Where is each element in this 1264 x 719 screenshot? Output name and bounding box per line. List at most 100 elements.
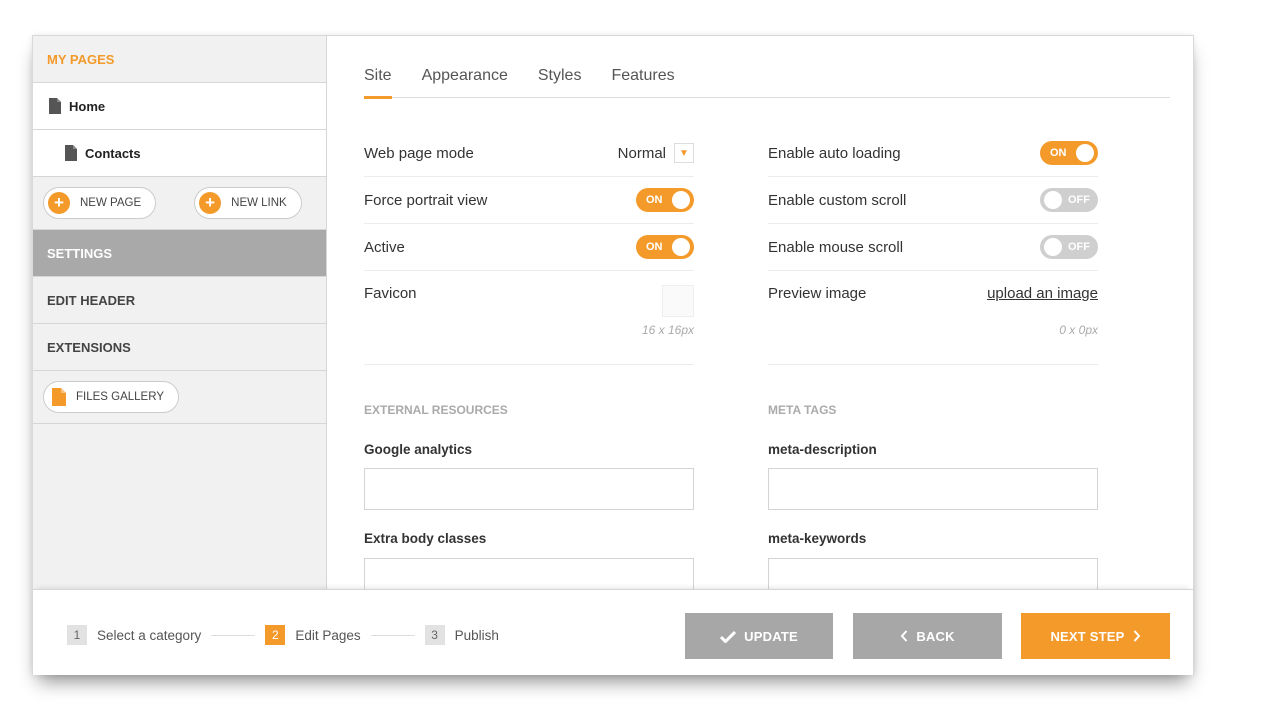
active-label: Active [364,238,405,256]
upload-image-link[interactable]: upload an image [987,285,1098,302]
active-row: Active ON [364,224,694,271]
favicon-size: 16 x 16px [641,323,694,337]
next-step-button[interactable]: NEXT STEP [1021,613,1170,659]
file-icon [52,388,66,406]
sidebar-item-edit-header[interactable]: EDIT HEADER [33,277,326,324]
step-label: Select a category [97,627,202,643]
chevron-down-icon: ▼ [674,143,694,163]
toggle-knob [1076,144,1094,162]
tab-site[interactable]: Site [364,64,392,99]
google-analytics-label: Google analytics [364,442,473,457]
toggle-state: ON [646,194,663,206]
auto-loading-label: Enable auto loading [768,144,901,162]
chevron-right-icon [1133,630,1140,642]
custom-scroll-row: Enable custom scroll OFF [768,177,1098,224]
meta-tags-title: META TAGS [768,403,837,417]
preview-image-row: Preview image upload an image 0 x 0px [768,271,1098,365]
sidebar-page-contacts[interactable]: Contacts [33,130,326,177]
back-label: BACK [916,628,955,644]
mouse-scroll-toggle[interactable]: OFF [1040,235,1098,259]
sidebar: MY PAGES Home Contacts + NEW PAGE + NEW … [33,36,327,589]
step-divider [370,634,415,636]
step-publish[interactable]: 3 Publish [424,625,499,645]
toggle-knob [1044,191,1062,209]
tab-appearance[interactable]: Appearance [422,64,508,98]
tab-styles[interactable]: Styles [538,64,582,98]
step-divider [211,634,256,636]
step-number: 1 [67,625,87,645]
web-page-mode-value: Normal [617,144,666,162]
external-resources-title: EXTERNAL RESOURCES [364,403,508,417]
web-page-mode-label: Web page mode [364,144,474,162]
favicon-label: Favicon [364,285,417,302]
extra-body-classes-label: Extra body classes [364,531,487,546]
wizard-footer: 1 Select a category 2 Edit Pages 3 Publi… [33,589,1193,675]
web-page-mode-row: Web page mode Normal ▼ [364,130,694,177]
meta-description-label: meta-description [768,442,877,457]
toggle-state: ON [1050,147,1067,159]
editor-window: MY PAGES Home Contacts + NEW PAGE + NEW … [32,35,1194,675]
files-gallery-button[interactable]: FILES GALLERY [43,381,179,413]
favicon-row: Favicon 16 x 16px [364,271,694,365]
custom-scroll-toggle[interactable]: OFF [1040,188,1098,212]
meta-keywords-input[interactable] [768,558,1098,589]
meta-description-input[interactable] [768,468,1098,510]
active-toggle[interactable]: ON [636,235,694,259]
force-portrait-toggle[interactable]: ON [636,188,694,212]
force-portrait-label: Force portrait view [364,191,488,209]
extra-body-classes-input[interactable] [364,558,694,589]
new-link-button[interactable]: + NEW LINK [194,187,302,219]
sidebar-item-settings[interactable]: SETTINGS [33,230,326,277]
new-page-button[interactable]: + NEW PAGE [43,187,157,219]
step-label: Publish [454,627,499,643]
custom-scroll-label: Enable custom scroll [768,191,907,209]
files-gallery-label: FILES GALLERY [76,391,164,403]
favicon-upload[interactable] [662,285,694,317]
sidebar-item-extensions[interactable]: EXTENSIONS [33,324,326,371]
page-icon [49,98,61,114]
new-link-label: NEW LINK [231,197,287,209]
toggle-state: OFF [1068,241,1090,253]
page-actions: + NEW PAGE + NEW LINK [33,177,326,230]
plus-icon: + [48,192,70,214]
meta-keywords-label: meta-keywords [768,531,867,546]
toggle-knob [672,238,690,256]
my-pages-header: MY PAGES [33,36,326,83]
toggle-knob [1044,238,1062,256]
back-button[interactable]: BACK [853,613,1002,659]
auto-loading-row: Enable auto loading ON [768,130,1098,177]
page-icon [65,145,77,161]
toggle-state: ON [646,241,663,253]
sidebar-page-label: Contacts [85,145,141,161]
mouse-scroll-label: Enable mouse scroll [768,238,904,256]
force-portrait-row: Force portrait view ON [364,177,694,224]
preview-image-label: Preview image [768,285,867,302]
tab-features[interactable]: Features [611,64,674,98]
update-button[interactable]: UPDATE [685,613,833,659]
preview-image-size: 0 x 0px [1059,323,1098,337]
step-label: Edit Pages [295,627,361,643]
settings-tabs: Site Appearance Styles Features [364,64,1170,99]
sidebar-page-home[interactable]: Home [33,83,326,130]
plus-icon: + [199,192,222,214]
toggle-state: OFF [1068,194,1090,206]
checkmark-icon [720,630,737,643]
chevron-left-icon [900,630,908,642]
files-gallery-row: FILES GALLERY [33,371,326,424]
step-select-category[interactable]: 1 Select a category [67,625,201,645]
site-settings-left: Web page mode Normal ▼ Force portrait vi… [364,130,694,365]
new-page-label: NEW PAGE [80,197,142,209]
wizard-steps: 1 Select a category 2 Edit Pages 3 Publi… [67,625,499,645]
site-settings-right: Enable auto loading ON Enable custom scr… [768,130,1098,365]
step-number: 3 [424,625,445,645]
update-label: UPDATE [744,628,798,644]
settings-panel: Site Appearance Styles Features Web page… [328,36,1193,589]
sidebar-page-label: Home [69,98,106,114]
step-edit-pages[interactable]: 2 Edit Pages [265,625,361,645]
toggle-knob [672,191,690,209]
auto-loading-toggle[interactable]: ON [1040,141,1098,165]
google-analytics-input[interactable] [364,468,694,510]
web-page-mode-select[interactable]: Normal ▼ [618,143,694,163]
mouse-scroll-row: Enable mouse scroll OFF [768,224,1098,271]
next-step-label: NEXT STEP [1050,628,1125,644]
